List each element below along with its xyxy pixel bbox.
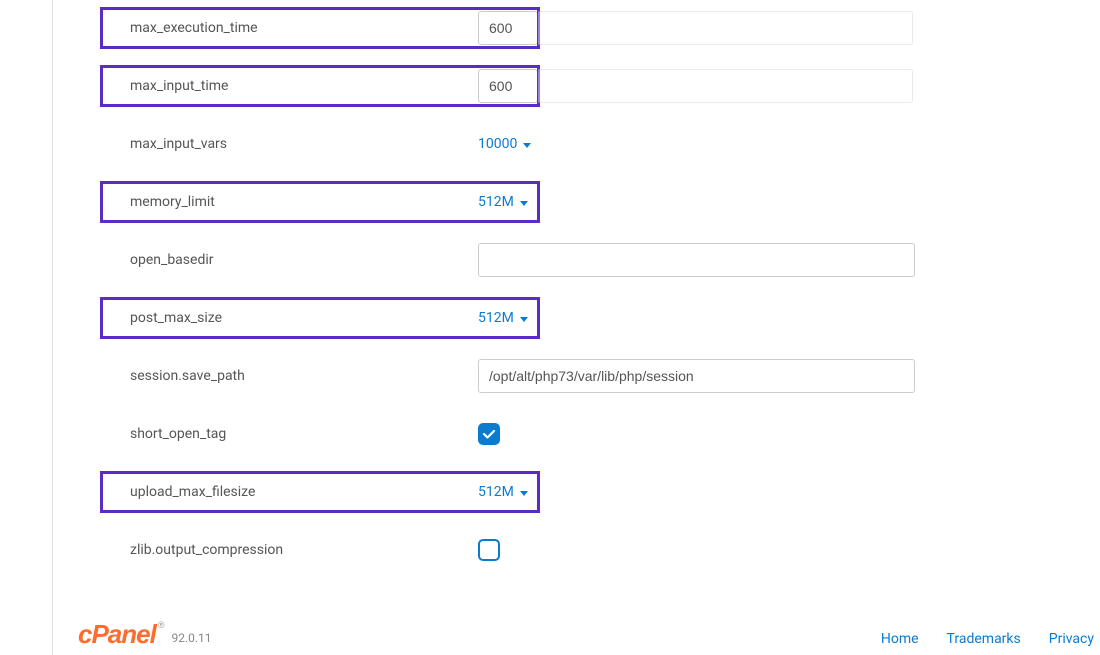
highlight-box: [100, 65, 540, 107]
row-open-basedir: open_basedir: [100, 242, 1100, 278]
dropdown-max-input-vars[interactable]: 10000: [478, 136, 531, 152]
row-upload-max-filesize: upload_max_filesize 512M: [100, 474, 1100, 510]
checkbox-zlib-output-compression[interactable]: [478, 539, 500, 561]
label-session-save-path: session.save_path: [100, 368, 478, 384]
logo-text: cPanel: [78, 619, 156, 649]
row-max-execution-time: max_execution_time: [100, 10, 1100, 46]
label-max-input-vars: max_input_vars: [100, 136, 478, 152]
dropdown-value: 10000: [478, 136, 517, 152]
label-short-open-tag: short_open_tag: [100, 426, 478, 442]
input-max-input-time-ext[interactable]: [538, 69, 913, 103]
caret-down-icon: [523, 143, 531, 148]
row-session-save-path: session.save_path: [100, 358, 1100, 394]
row-short-open-tag: short_open_tag: [100, 416, 1100, 452]
link-trademarks[interactable]: Trademarks: [947, 631, 1021, 647]
input-open-basedir[interactable]: [478, 243, 915, 277]
row-max-input-vars: max_input_vars 10000: [100, 126, 1100, 162]
footer: cPanel® 92.0.11 Home Trademarks Privacy: [78, 621, 1100, 647]
highlight-box: [100, 7, 540, 49]
scroll-gutter: [52, 0, 53, 655]
registered-icon: ®: [158, 620, 164, 630]
highlight-box: [100, 471, 540, 513]
checkbox-short-open-tag[interactable]: [478, 423, 500, 445]
footer-left: cPanel® 92.0.11: [78, 621, 212, 647]
highlight-box: [100, 181, 540, 223]
label-zlib-output-compression: zlib.output_compression: [100, 542, 478, 558]
input-session-save-path[interactable]: [478, 359, 915, 393]
checkmark-icon: [482, 427, 496, 441]
link-privacy[interactable]: Privacy: [1049, 631, 1094, 647]
row-post-max-size: post_max_size 512M: [100, 300, 1100, 336]
row-memory-limit: memory_limit 512M: [100, 184, 1100, 220]
label-open-basedir: open_basedir: [100, 252, 478, 268]
cpanel-logo: cPanel®: [78, 621, 163, 647]
highlight-box: [100, 297, 540, 339]
input-max-execution-time-ext[interactable]: [538, 11, 913, 45]
link-home[interactable]: Home: [881, 631, 919, 647]
footer-links: Home Trademarks Privacy: [881, 631, 1094, 647]
php-settings-list: max_execution_time max_input_time max_in…: [0, 0, 1100, 568]
row-max-input-time: max_input_time: [100, 68, 1100, 104]
version-text: 92.0.11: [171, 631, 211, 645]
row-zlib-output-compression: zlib.output_compression: [100, 532, 1100, 568]
